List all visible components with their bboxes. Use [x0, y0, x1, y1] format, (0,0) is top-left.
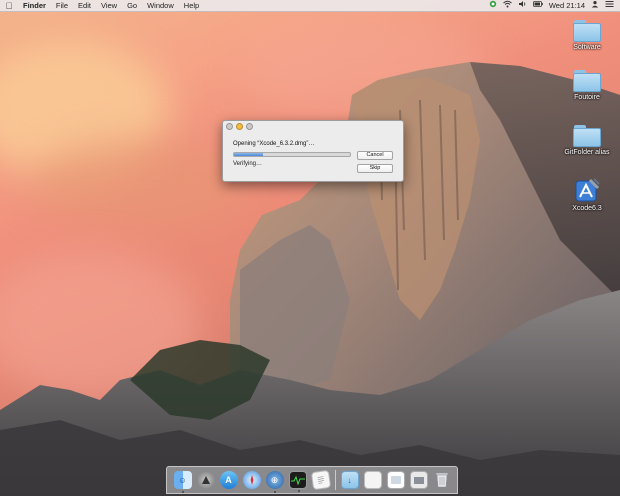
notification-center-icon[interactable] [605, 0, 614, 12]
zoom-window-icon[interactable] [246, 122, 253, 130]
opening-file-text: Opening “Xcode_6.3.2.dmg”… [233, 141, 315, 147]
menu-file[interactable]: File [51, 0, 73, 12]
launchpad-icon[interactable] [196, 471, 215, 489]
desktop:  Finder File Edit View Go Window Help W… [0, 0, 620, 496]
trash-icon[interactable] [433, 471, 451, 489]
downloads-folder-icon[interactable]: ↓ [340, 471, 359, 489]
xcode-icon [574, 177, 600, 203]
user-icon[interactable] [591, 0, 599, 12]
progress-fill [234, 153, 263, 156]
folder-icon [573, 70, 601, 92]
menu-edit[interactable]: Edit [73, 0, 96, 12]
desktop-icon-foutoire[interactable]: Foutoire [559, 70, 615, 101]
apple-logo-icon[interactable]:  [0, 0, 18, 12]
menu-window[interactable]: Window [142, 0, 179, 12]
preview-icon[interactable] [386, 471, 405, 489]
skip-button[interactable]: Skip [357, 164, 393, 173]
menu-app-name[interactable]: Finder [18, 0, 51, 12]
menu-help[interactable]: Help [179, 0, 204, 12]
desktop-icon-label: GitFolder alias [564, 149, 610, 156]
status-green-icon[interactable] [489, 0, 497, 12]
menu-clock[interactable]: Wed 21:14 [549, 1, 585, 10]
half-dome-mountain [0, 62, 620, 496]
textedit-icon[interactable] [310, 469, 331, 491]
battery-icon[interactable] [532, 0, 543, 12]
status-text: Verifying… [233, 161, 263, 167]
dock: ☺ A ⊕ ↓ [166, 466, 458, 494]
verify-progress-bar [233, 152, 351, 157]
volume-icon[interactable] [518, 0, 527, 12]
status-area: Wed 21:14 [489, 0, 620, 12]
desktop-icon-software[interactable]: Software [559, 20, 615, 51]
finder-icon[interactable]: ☺ [173, 471, 192, 493]
wifi-icon[interactable] [503, 0, 512, 12]
close-window-icon[interactable] [226, 122, 233, 130]
image-stack-icon[interactable] [409, 471, 428, 489]
safari-icon[interactable] [242, 471, 261, 489]
activity-monitor-icon[interactable] [288, 471, 307, 492]
desktop-icon-label: Software [573, 44, 601, 51]
desktop-icon-label: Xcode6.3 [572, 205, 602, 212]
desktop-icon-xcode[interactable]: Xcode6.3 [559, 177, 615, 212]
desktop-icon-gitfolder-alias[interactable]: GitFolder alias [559, 125, 615, 156]
opening-dmg-dialog: Opening “Xcode_6.3.2.dmg”… Verifying… Ca… [222, 120, 404, 182]
minimize-window-icon[interactable] [236, 122, 243, 130]
desktop-icon-label: Foutoire [574, 94, 600, 101]
dialog-titlebar [223, 121, 403, 131]
app-store-icon[interactable]: A [219, 471, 238, 489]
document-icon[interactable] [363, 471, 382, 489]
menu-view[interactable]: View [96, 0, 122, 12]
folder-alias-icon [573, 125, 601, 147]
cancel-button[interactable]: Cancel [357, 151, 393, 160]
menu-go[interactable]: Go [122, 0, 142, 12]
network-icon[interactable]: ⊕ [265, 471, 284, 493]
menu-bar:  Finder File Edit View Go Window Help W… [0, 0, 620, 12]
dock-separator [334, 470, 336, 490]
folder-icon [573, 20, 601, 42]
